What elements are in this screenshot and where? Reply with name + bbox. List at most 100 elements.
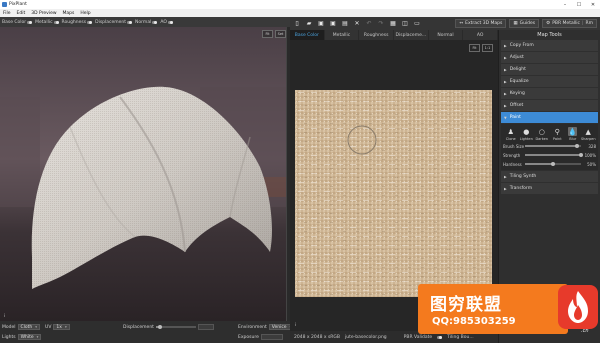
- channel-toggle[interactable]: [167, 20, 173, 24]
- menu-file[interactable]: File: [3, 11, 11, 16]
- brush-blur[interactable]: 💧 Blur: [566, 127, 580, 141]
- grid-icon[interactable]: ▦: [389, 20, 397, 28]
- brush-size-slider[interactable]: [525, 144, 581, 148]
- tab-normal[interactable]: Normal: [429, 30, 464, 40]
- uv-value: 1x: [56, 324, 62, 330]
- hardness-slider[interactable]: [525, 162, 581, 166]
- chevron-right-icon: ▶: [504, 186, 507, 191]
- save-all-icon[interactable]: ▣: [329, 20, 337, 28]
- guides-button[interactable]: ▦ Guides: [509, 19, 540, 28]
- section-keying[interactable]: ▶ Keying: [501, 88, 598, 99]
- menu-maps[interactable]: Maps: [63, 11, 75, 16]
- section-equalize[interactable]: ▶ Equalize: [501, 76, 598, 87]
- brush-darken[interactable]: ○ Darken: [535, 127, 549, 142]
- section-label: Tiling Synth: [509, 174, 537, 179]
- brush-paint[interactable]: ⚲ Paint: [550, 127, 564, 142]
- comment-icon[interactable]: ▭: [413, 20, 421, 28]
- section-label: Copy From: [509, 43, 534, 48]
- fit-view-button[interactable]: Fit: [262, 30, 273, 38]
- section-paint[interactable]: ▼ Paint: [501, 112, 598, 123]
- section-offset[interactable]: ▶ Offset: [501, 100, 598, 111]
- main-toolbar: ▯ ▰ ▣ ▣ ▤ ✕ ↶ ↷ ▦ ◫ ▭ ↔ Extract 3D Maps ▦…: [290, 17, 600, 30]
- displacement-slider[interactable]: [155, 325, 196, 329]
- channel-metallic[interactable]: Metallic: [35, 19, 59, 25]
- channel-normal[interactable]: Normal: [135, 20, 158, 25]
- channel-base-color[interactable]: Base Color: [2, 20, 33, 25]
- section-label: Delight: [509, 67, 526, 72]
- menu-3d-preview[interactable]: 3D Preview: [31, 11, 56, 16]
- section-tiling-synth[interactable]: ▶ Tiling Synth: [501, 171, 598, 182]
- menu-edit[interactable]: Edit: [17, 11, 26, 16]
- triangle-icon: ▲: [585, 127, 591, 136]
- param-value: 328: [588, 143, 596, 149]
- info-icon[interactable]: i: [4, 313, 9, 318]
- info-icon[interactable]: i: [295, 322, 300, 327]
- app-icon: [2, 2, 7, 7]
- uv-select[interactable]: 1x ▾: [53, 324, 70, 330]
- tab-displacement[interactable]: Displaceme...: [394, 30, 429, 40]
- channel-label: Metallic: [35, 19, 53, 25]
- strength-slider[interactable]: [525, 153, 583, 157]
- extract-label: Extract 3D Maps: [465, 21, 503, 26]
- export-icon[interactable]: ▤: [341, 20, 349, 28]
- section-label: Offset: [509, 103, 524, 108]
- section-transform[interactable]: ▶ Transform: [501, 183, 598, 194]
- tab-roughness[interactable]: Roughness: [359, 30, 395, 40]
- model-row: Model Cloth ▾ UV 1x ▾: [2, 324, 70, 330]
- actual-size-button[interactable]: 1:1: [482, 44, 493, 52]
- minimize-button[interactable]: –: [558, 2, 572, 8]
- channel-displacement[interactable]: Displacement: [95, 20, 133, 25]
- maximize-button[interactable]: ☐: [572, 2, 586, 8]
- pbr-mode-value: Rm: [585, 21, 593, 26]
- title-bar: PixPlant – ☐ ✕: [0, 0, 600, 9]
- brush-clone[interactable]: ♟ Clone: [504, 127, 518, 142]
- 3d-scene[interactable]: [0, 27, 290, 321]
- brush-sharpen[interactable]: ▲ Sharpen: [581, 127, 596, 142]
- tile-icon[interactable]: ◫: [401, 20, 409, 28]
- lights-row: Lights White ▾: [2, 334, 42, 340]
- menu-bar: File Edit 3D Preview Maps Help: [0, 9, 600, 17]
- flame-logo-icon: [558, 285, 598, 329]
- new-file-icon[interactable]: ▯: [293, 20, 301, 28]
- channel-toggle[interactable]: [127, 20, 133, 24]
- chevron-right-icon: ▶: [504, 79, 507, 84]
- channel-toggle[interactable]: [152, 20, 158, 24]
- channel-toggle[interactable]: [27, 20, 33, 24]
- close-window-button[interactable]: ✕: [586, 2, 600, 8]
- displacement-value-field[interactable]: [197, 324, 214, 330]
- lights-select[interactable]: White ▾: [17, 334, 42, 340]
- tab-base-color[interactable]: Base Color: [290, 30, 325, 40]
- section-adjust[interactable]: ▶ Adjust: [501, 52, 598, 63]
- texture-canvas[interactable]: [295, 90, 492, 297]
- displacement-row: Displacement: [123, 324, 214, 330]
- stamp-icon: ♟: [507, 127, 514, 136]
- undo-icon[interactable]: ↶: [365, 20, 373, 28]
- exposure-value-field[interactable]: [260, 334, 283, 340]
- section-copy-from[interactable]: ▶ Copy From: [501, 40, 598, 51]
- channel-ao[interactable]: AO: [160, 20, 173, 25]
- tab-metallic[interactable]: Metallic: [325, 30, 360, 40]
- chevron-right-icon: ▶: [504, 43, 507, 48]
- open-folder-icon[interactable]: ▰: [305, 20, 313, 28]
- channel-toggle[interactable]: [53, 20, 59, 24]
- lights-label: Lights: [2, 334, 16, 340]
- model-select[interactable]: Cloth ▾: [17, 324, 41, 330]
- param-hardness: Hardness 50%: [503, 160, 596, 168]
- param-value: 50%: [587, 161, 596, 167]
- extract-3d-maps-button[interactable]: ↔ Extract 3D Maps: [455, 19, 507, 28]
- pbr-mode-button[interactable]: ⚙ PBR Metallic | Rm: [542, 19, 597, 28]
- channel-toggle[interactable]: [87, 20, 93, 24]
- chevron-down-icon: ▾: [36, 335, 39, 339]
- tab-ao[interactable]: AO: [463, 30, 499, 40]
- menu-help[interactable]: Help: [80, 11, 90, 16]
- param-label: Strength: [503, 152, 521, 158]
- save-icon[interactable]: ▣: [317, 20, 325, 28]
- settings-view-button[interactable]: Set: [275, 30, 286, 38]
- close-icon[interactable]: ✕: [353, 20, 361, 28]
- fit-2d-button[interactable]: Fit: [469, 44, 480, 52]
- section-delight[interactable]: ▶ Delight: [501, 64, 598, 75]
- channel-roughness[interactable]: Roughness: [62, 20, 93, 25]
- redo-icon[interactable]: ↷: [377, 20, 385, 28]
- 3d-preview-viewport[interactable]: Fit Set i: [0, 27, 290, 321]
- brush-lighten[interactable]: ● Lighten: [519, 127, 533, 142]
